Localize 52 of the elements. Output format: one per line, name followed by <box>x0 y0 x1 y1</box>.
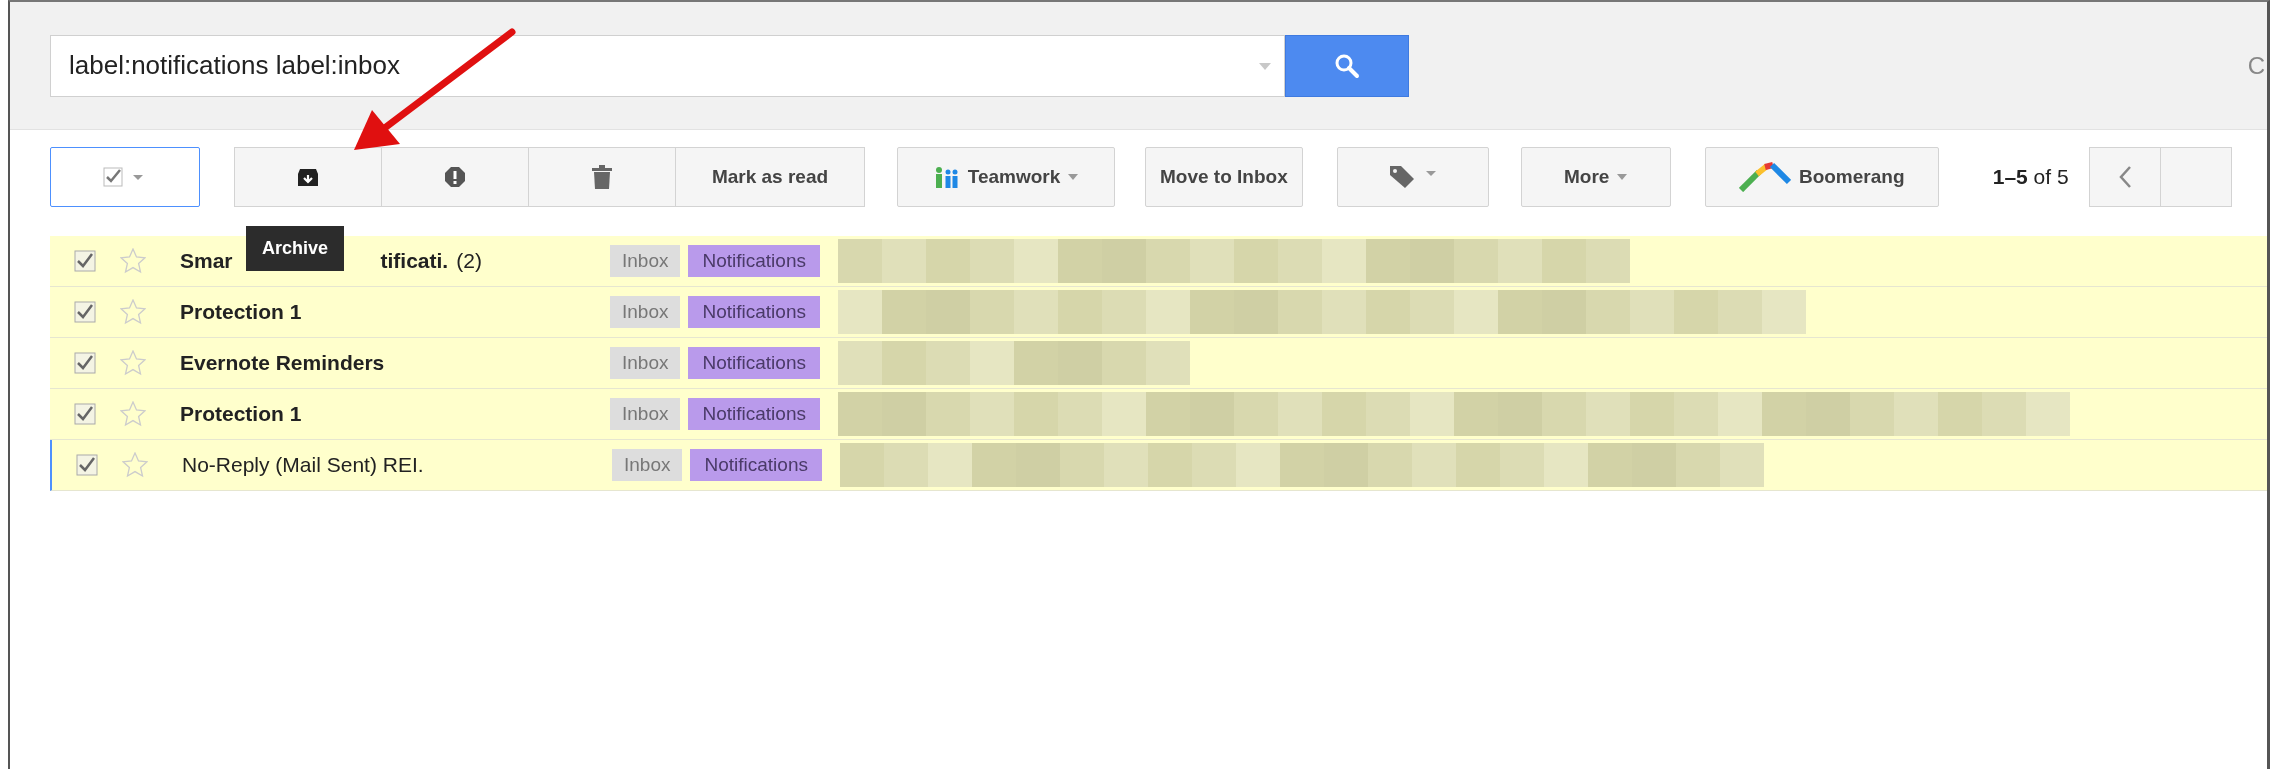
caret-icon <box>1617 174 1628 180</box>
caret-icon <box>1259 62 1271 70</box>
tooltip: Archive <box>246 226 345 271</box>
sender-name: tificati. <box>380 249 449 273</box>
checkbox[interactable] <box>76 454 98 476</box>
labels-button[interactable] <box>1336 147 1489 207</box>
message-row[interactable]: Protection 1 Inbox Notifications <box>50 287 2267 338</box>
label-tag[interactable]: Notifications <box>688 245 820 277</box>
label-tag[interactable]: Notifications <box>688 347 820 379</box>
message-row[interactable]: Evernote Reminders Inbox Notifications <box>50 338 2267 389</box>
exclamation-icon <box>444 166 466 188</box>
search-button[interactable] <box>1285 34 1409 97</box>
archive-icon <box>297 166 319 188</box>
teamwork-button[interactable]: Teamwork <box>897 147 1115 207</box>
boomerang-button[interactable]: Boomerang <box>1704 147 1939 207</box>
message-row[interactable]: No-Reply (Mail Sent) REI. Inbox Notifications <box>50 440 2267 491</box>
archive-button[interactable] <box>234 147 382 207</box>
delete-button[interactable] <box>528 147 676 207</box>
chevron-left-icon <box>2117 165 2132 189</box>
page-count: 1–5 of 5 <box>1992 165 2069 189</box>
checkbox[interactable] <box>74 352 96 374</box>
label-tag[interactable]: Notifications <box>688 296 820 328</box>
star-icon[interactable] <box>120 401 146 427</box>
message-row[interactable]: Protection 1 Inbox Notifications <box>50 389 2267 440</box>
mark-as-read-button[interactable]: Mark as read <box>675 147 865 207</box>
sender-name: Smar <box>180 249 233 273</box>
sender-name: Protection 1 <box>180 402 302 426</box>
sender-name: Evernote Reminders <box>180 351 385 375</box>
header-text: C <box>2247 51 2265 80</box>
label-tag[interactable]: Notifications <box>690 449 822 481</box>
label-tag[interactable]: Notifications <box>688 398 820 430</box>
sender-name: Protection 1 <box>180 300 302 324</box>
sender-name: No-Reply (Mail Sent) REI. <box>182 453 424 477</box>
report-spam-button[interactable] <box>381 147 529 207</box>
star-icon[interactable] <box>120 299 146 325</box>
more-button[interactable]: More <box>1520 147 1671 207</box>
boomerang-icon <box>1738 162 1791 192</box>
checkbox[interactable] <box>74 250 96 272</box>
caret-icon <box>1068 174 1079 180</box>
checkbox[interactable] <box>74 301 96 323</box>
tag-icon <box>1387 164 1438 190</box>
thread-count: (2) <box>456 249 482 273</box>
trash-icon <box>592 165 612 189</box>
move-to-inbox-button[interactable]: Move to Inbox <box>1145 147 1303 207</box>
star-icon[interactable] <box>120 350 146 376</box>
star-icon[interactable] <box>120 248 146 274</box>
star-icon[interactable] <box>122 452 148 478</box>
people-icon <box>933 166 960 188</box>
search-icon <box>1334 52 1360 79</box>
select-all-button[interactable] <box>50 147 200 207</box>
search-field[interactable]: label:notifications label:inbox <box>50 34 1285 97</box>
checkbox[interactable] <box>74 403 96 425</box>
